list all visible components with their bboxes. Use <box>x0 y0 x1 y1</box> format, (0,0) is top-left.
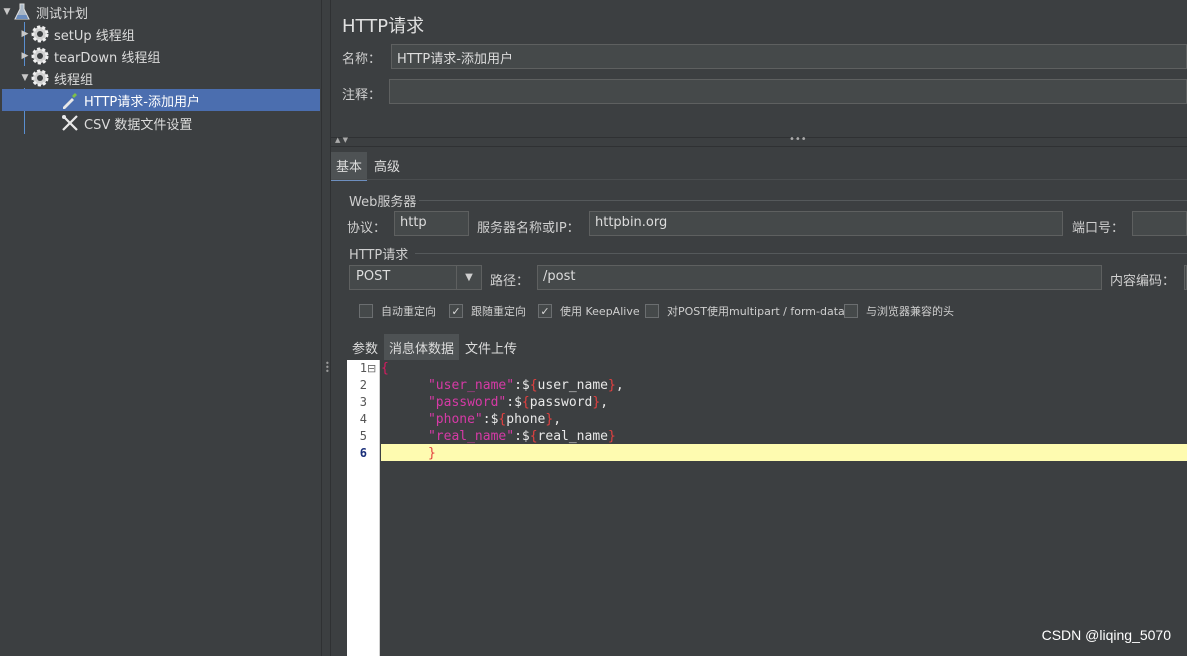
tab-basic[interactable]: 基本 <box>331 152 368 181</box>
checkbox-label: 使用 KeepAlive <box>560 305 640 318</box>
splitter-grip-icon: ••• <box>789 134 807 145</box>
line-number: 3 <box>359 395 367 409</box>
expand-arrow-icon[interactable]: ▼ <box>2 7 12 17</box>
tree-item-setup-thread-group[interactable]: ▶ setUp 线程组 <box>0 23 321 45</box>
horizontal-splitter[interactable]: ▲ ▼ ••• <box>331 134 1187 147</box>
code-line: { <box>381 361 389 376</box>
chevron-down-icon[interactable]: ▼ <box>456 266 481 289</box>
name-label: 名称： <box>342 52 382 67</box>
watermark: CSDN @liqing_5070 <box>1041 627 1171 643</box>
code-line: } <box>427 446 436 461</box>
tab-advanced[interactable]: 高级 <box>369 152 405 179</box>
checkbox-keepalive[interactable]: ✓ 使用 KeepAlive <box>538 303 640 319</box>
protocol-input[interactable]: http <box>394 211 469 236</box>
http-request-panel: HTTP请求 名称： HTTP请求-添加用户 注释： ▲ ▼ ••• 基本 高级… <box>331 0 1187 656</box>
port-input[interactable] <box>1132 211 1187 236</box>
check-icon[interactable]: ✓ <box>449 304 463 318</box>
method-select[interactable]: POST ▼ <box>349 265 482 290</box>
tree-item-label: setUp 线程组 <box>54 28 135 44</box>
gear-icon <box>30 24 50 44</box>
line-number-gutter: 1 ⊟ 2 3 4 5 6 <box>347 360 380 656</box>
comment-label: 注释： <box>342 88 382 103</box>
method-select-value: POST <box>356 269 391 284</box>
server-label: 服务器名称或IP： <box>477 221 580 236</box>
protocol-label: 协议： <box>347 221 387 236</box>
panel-splitter[interactable]: • • • <box>321 0 331 656</box>
tree-item-csv-config[interactable]: CSV 数据文件设置 <box>0 112 321 134</box>
checkbox-box[interactable] <box>844 304 858 318</box>
collapse-arrow-icon[interactable]: ▶ <box>20 51 30 61</box>
line-number: 1 <box>359 361 367 375</box>
comment-input[interactable] <box>389 79 1187 104</box>
line-number: 2 <box>359 378 367 392</box>
tree-item-label: HTTP请求-添加用户 <box>84 94 200 110</box>
server-input[interactable]: httpbin.org <box>589 211 1063 236</box>
tree-item-teardown-thread-group[interactable]: ▶ tearDown 线程组 <box>0 45 321 67</box>
tools-icon <box>60 113 80 133</box>
tree-item-thread-group[interactable]: ▼ 线程组 <box>0 67 321 89</box>
path-label: 路径： <box>490 274 530 289</box>
test-plan-tree: ▼ 测试计划 ▶ setUp 线程组 ▶ tearDown 线程组 ▼ 线程组 … <box>0 0 321 656</box>
checkbox-label: 与浏览器兼容的头 <box>866 305 954 318</box>
line-number: 4 <box>359 412 367 426</box>
fold-icon[interactable]: ⊟ <box>367 360 376 377</box>
splitter-grip-icon: ••• <box>325 359 330 376</box>
current-line-highlight <box>381 444 1187 461</box>
tab-divider <box>331 179 1187 180</box>
checkbox-box[interactable] <box>359 304 373 318</box>
checkbox-browser-headers[interactable]: 与浏览器兼容的头 <box>844 303 954 319</box>
checkbox-multipart[interactable]: 对POST使用multipart / form-data <box>645 303 845 319</box>
checkbox-label: 跟随重定向 <box>471 305 526 318</box>
tree-item-http-request[interactable]: HTTP请求-添加用户 <box>2 89 320 111</box>
port-label: 端口号： <box>1072 221 1125 236</box>
code-line: "user_name":${user_name}, <box>427 378 624 393</box>
gear-icon <box>30 68 50 88</box>
group-divider <box>415 253 1187 254</box>
group-divider <box>419 200 1187 201</box>
check-icon[interactable]: ✓ <box>538 304 552 318</box>
code-line: "password":${password}, <box>427 395 609 410</box>
tree-item-label: tearDown 线程组 <box>54 50 161 66</box>
line-number: 5 <box>359 429 367 443</box>
http-request-group-label: HTTP请求 <box>349 248 409 263</box>
tab-body-data[interactable]: 消息体数据 <box>384 334 460 363</box>
checkbox-box[interactable] <box>645 304 659 318</box>
splitter-arrows-icon[interactable]: ▲ ▼ <box>335 136 348 144</box>
expand-arrow-icon[interactable]: ▼ <box>20 73 30 83</box>
tree-item-label: CSV 数据文件设置 <box>84 117 193 133</box>
tab-parameters[interactable]: 参数 <box>347 334 383 361</box>
tab-file-upload[interactable]: 文件上传 <box>460 334 522 361</box>
pipette-icon <box>60 90 80 110</box>
tree-item-label: 测试计划 <box>36 6 89 22</box>
body-data-editor[interactable]: 1 ⊟ 2 3 4 5 6 { "user_name":${user_name}… <box>347 360 1187 656</box>
code-line: "real_name":${real_name} <box>427 429 616 444</box>
line-number: 6 <box>359 446 367 460</box>
web-server-group-label: Web服务器 <box>349 195 417 210</box>
collapse-arrow-icon[interactable]: ▶ <box>20 29 30 39</box>
tree-item-test-plan[interactable]: ▼ 测试计划 <box>0 1 321 23</box>
checkbox-auto-redirect[interactable]: 自动重定向 <box>359 303 436 319</box>
gear-icon <box>30 46 50 66</box>
page-title: HTTP请求 <box>342 16 425 37</box>
flask-icon <box>12 2 32 22</box>
checkbox-label: 自动重定向 <box>381 305 436 318</box>
checkbox-label: 对POST使用multipart / form-data <box>667 305 845 318</box>
code-line: "phone":${phone}, <box>427 412 562 427</box>
encoding-label: 内容编码： <box>1110 274 1176 289</box>
checkbox-follow-redirects[interactable]: ✓ 跟随重定向 <box>449 303 526 319</box>
tree-item-label: 线程组 <box>54 72 94 88</box>
name-input[interactable]: HTTP请求-添加用户 <box>391 44 1187 69</box>
path-input[interactable]: /post <box>537 265 1102 290</box>
